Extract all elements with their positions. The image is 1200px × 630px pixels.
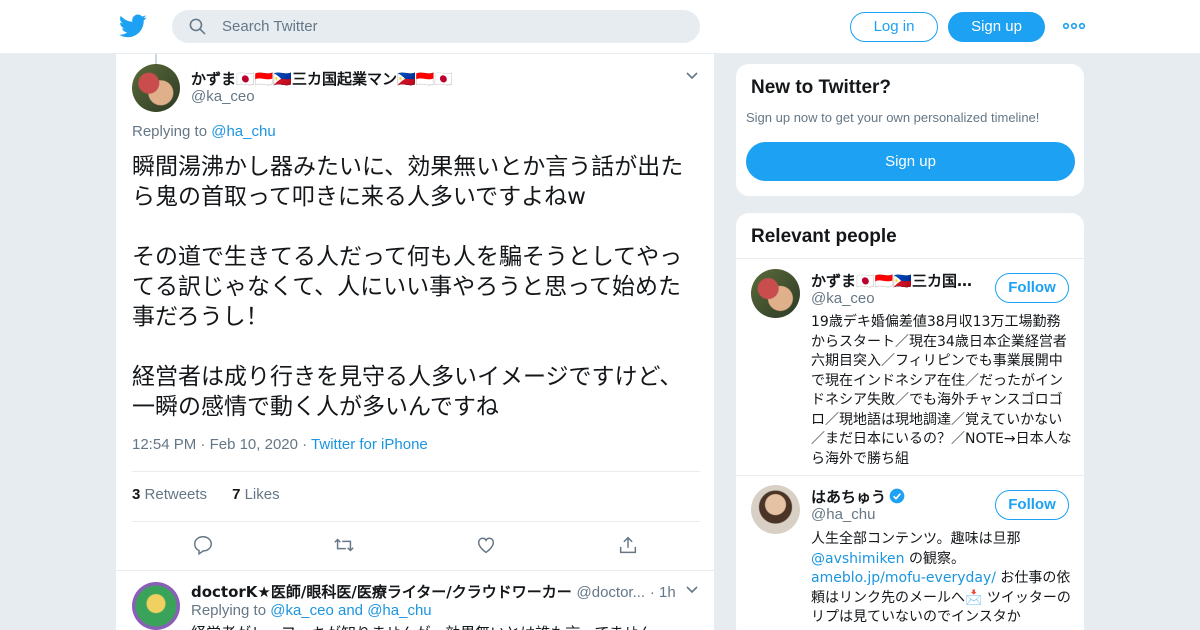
tweet-actions (116, 534, 716, 558)
more-options-icon[interactable] (1063, 19, 1085, 33)
bio-mention-link[interactable]: @avshimiken (811, 551, 905, 567)
replying-to-link[interactable]: @ha_chu (367, 602, 431, 619)
chevron-down-icon[interactable] (685, 585, 699, 595)
signup-button[interactable]: Sign up (948, 12, 1045, 42)
tweet-time[interactable]: 12:54 PM (132, 436, 196, 453)
verified-badge-icon (889, 488, 905, 504)
retweets-count: 3 (132, 486, 141, 503)
avatar[interactable] (132, 582, 180, 630)
person-name-text: はあちゅう (811, 488, 887, 506)
tweet-meta: 12:54 PM · Feb 10, 2020 · Twitter for iP… (132, 436, 428, 453)
replying-and: and (338, 602, 364, 619)
tweet-author-name[interactable]: かずま🇯🇵🇮🇩🇵🇭三カ国起業マン🇵🇭🇮🇩🇯🇵 (191, 68, 453, 89)
card-text: Sign up now to get your own personalized… (746, 110, 1040, 125)
avatar[interactable] (132, 64, 180, 112)
relevant-person[interactable]: かずま🇯🇵🇮🇩🇵🇭三カ国… @ka_ceo Follow 19歳デキ婚偏差値38… (736, 259, 1084, 475)
chevron-down-icon[interactable] (685, 71, 699, 81)
replying-to-link[interactable]: @ha_chu (211, 123, 275, 140)
share-icon[interactable] (617, 534, 639, 556)
likes-count: 7 (232, 486, 241, 503)
tweet-date[interactable]: Feb 10, 2020 (210, 436, 298, 453)
meta-separator: · (302, 436, 312, 453)
login-button[interactable]: Log in (850, 12, 938, 42)
person-bio: 人生全部コンテンツ。趣味は旦那 @avshimiken の観察。 ameblo.… (811, 530, 1073, 628)
retweets-stat[interactable]: 3 Retweets (132, 486, 207, 503)
person-name[interactable]: はあちゅう (811, 486, 905, 507)
avatar[interactable] (751, 269, 800, 318)
likes-stat[interactable]: 7 Likes (232, 486, 280, 503)
replying-prefix: Replying to (132, 123, 208, 140)
reply-replying-to: Replying to @ka_ceo and @ha_chu (191, 602, 432, 619)
person-name[interactable]: かずま🇯🇵🇮🇩🇵🇭三カ国… (811, 270, 972, 291)
relevant-person[interactable]: はあちゅう @ha_chu Follow 人生全部コンテンツ。趣味は旦那 @av… (736, 476, 1084, 630)
avatar[interactable] (751, 485, 800, 534)
new-to-twitter-card: New to Twitter? Sign up now to get your … (735, 63, 1085, 197)
replying-prefix: Replying to (191, 602, 267, 619)
reply-author[interactable]: doctorK★医師/眼科医/医療ライター/クラウドワーカー @doctor..… (191, 581, 676, 602)
card-title: New to Twitter? (751, 77, 892, 98)
person-handle[interactable]: @ka_ceo (811, 290, 875, 307)
reply-time[interactable]: 1h (659, 584, 676, 601)
bio-text: 人生全部コンテンツ。趣味は旦那 (811, 531, 1021, 547)
divider (132, 521, 700, 522)
retweet-icon[interactable] (333, 534, 355, 556)
person-handle[interactable]: @ha_chu (811, 506, 875, 523)
meta-separator: · (200, 436, 210, 453)
thread-line (155, 54, 157, 64)
divider (116, 570, 714, 571)
person-bio: 19歳デキ婚偏差値38月収13万工場勤務からスタート／現在34歳日本企業経営者六… (811, 314, 1072, 467)
main-timeline: かずま🇯🇵🇮🇩🇵🇭三カ国起業マン🇵🇭🇮🇩🇯🇵 @ka_ceo Replying … (115, 54, 715, 630)
bio-text: の観察。 (904, 550, 965, 567)
like-icon[interactable] (475, 534, 497, 556)
meta-separator: · (649, 584, 660, 601)
reply-author-handle: @doctor... (576, 584, 646, 601)
follow-button[interactable]: Follow (995, 273, 1069, 303)
card-title: Relevant people (751, 226, 897, 247)
replying-to: Replying to @ha_chu (132, 123, 276, 140)
replying-to-link[interactable]: @ka_ceo (270, 602, 334, 619)
bio-url-link[interactable]: ameblo.jp/mofu-everyday/ (811, 570, 996, 586)
reply-text: 経営者がレ…ファキが知りませんが、効果無いとは誰も言ってません (191, 622, 653, 630)
tweet-author-handle[interactable]: @ka_ceo (191, 88, 255, 105)
divider (132, 471, 700, 472)
reply-author-name: doctorK★医師/眼科医/医療ライター/クラウドワーカー (191, 583, 572, 601)
retweets-label: Retweets (144, 486, 208, 503)
search-icon (189, 18, 206, 35)
tweet-stats: 3 Retweets 7 Likes (132, 486, 280, 503)
search-box[interactable] (172, 10, 700, 43)
likes-label: Likes (244, 486, 280, 503)
reply-icon[interactable] (192, 534, 214, 556)
twitter-logo-icon[interactable] (119, 12, 147, 40)
search-input[interactable] (222, 10, 682, 43)
follow-button[interactable]: Follow (995, 490, 1069, 520)
relevant-people-card: Relevant people かずま🇯🇵🇮🇩🇵🇭三カ国… @ka_ceo Fo… (735, 212, 1085, 630)
tweet-source-link[interactable]: Twitter for iPhone (311, 436, 428, 453)
top-bar: Log in Sign up (0, 0, 1200, 54)
sidebar-signup-button[interactable]: Sign up (746, 142, 1075, 181)
tweet-text: 瞬間湯沸かし器みたいに、効果無いとか言う話が出たら鬼の首取って叩きに来る人多いで… (132, 154, 684, 420)
